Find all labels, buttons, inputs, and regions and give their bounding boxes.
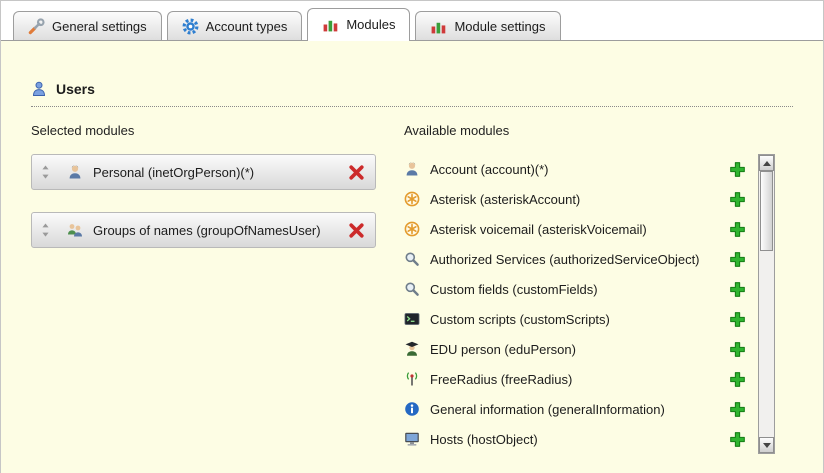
- available-modules-column: Available modules Account (account)(*) A…: [404, 123, 793, 454]
- scroll-up-button[interactable]: [759, 155, 774, 171]
- computer-icon: [404, 431, 420, 447]
- section-title: Users: [56, 81, 95, 97]
- selected-modules-label: Selected modules: [31, 123, 404, 138]
- green-plus-icon: [729, 431, 746, 448]
- tab-label: Module settings: [454, 19, 545, 34]
- add-module-button[interactable]: [729, 161, 746, 178]
- available-module-account: Account (account)(*): [404, 154, 756, 184]
- scrollbar-thumb[interactable]: [760, 171, 773, 251]
- available-module-custom-scripts: Custom scripts (customScripts): [404, 304, 756, 334]
- available-module-custom-fields: Custom fields (customFields): [404, 274, 756, 304]
- users-section-header: Users: [31, 81, 793, 107]
- add-module-button[interactable]: [729, 191, 746, 208]
- tab-account-types[interactable]: Account types: [167, 11, 303, 40]
- user-icon: [31, 81, 47, 97]
- available-module-edu-person: EDU person (eduPerson): [404, 334, 756, 364]
- green-plus-icon: [729, 281, 746, 298]
- graduate-icon: [404, 341, 420, 357]
- available-module-label: Authorized Services (authorizedServiceOb…: [430, 252, 700, 267]
- info-icon: [404, 401, 420, 417]
- available-module-label: Custom fields (customFields): [430, 282, 598, 297]
- remove-module-button[interactable]: [348, 164, 365, 181]
- drag-handle-icon[interactable]: [40, 165, 51, 179]
- gear-icon: [182, 18, 199, 35]
- available-modules-list: Account (account)(*) Asterisk (asteriskA…: [404, 154, 756, 454]
- green-plus-icon: [729, 251, 746, 268]
- bar-chart-icon: [430, 18, 447, 35]
- available-module-general-information: General information (generalInformation): [404, 394, 756, 424]
- bar-chart-icon: [322, 16, 339, 33]
- green-plus-icon: [729, 371, 746, 388]
- drag-handle-icon[interactable]: [40, 223, 51, 237]
- terminal-icon: [404, 311, 420, 327]
- tab-label: Account types: [206, 19, 288, 34]
- vertical-scrollbar[interactable]: [758, 154, 775, 454]
- add-module-button[interactable]: [729, 341, 746, 358]
- available-module-label: General information (generalInformation): [430, 402, 665, 417]
- available-modules-label: Available modules: [404, 123, 793, 138]
- arrow-up-icon: [763, 161, 771, 166]
- magnifier-icon: [404, 251, 420, 267]
- green-plus-icon: [729, 401, 746, 418]
- person-icon: [67, 164, 83, 180]
- green-plus-icon: [729, 311, 746, 328]
- person-icon: [404, 161, 420, 177]
- add-module-button[interactable]: [729, 251, 746, 268]
- selected-module-label: Groups of names (groupOfNamesUser): [93, 223, 348, 238]
- tab-bar: General settings Account types Modules M…: [1, 1, 823, 41]
- available-module-label: Asterisk (asteriskAccount): [430, 192, 580, 207]
- add-module-button[interactable]: [729, 221, 746, 238]
- selected-module-label: Personal (inetOrgPerson)(*): [93, 165, 348, 180]
- arrow-down-icon: [763, 443, 771, 448]
- modules-panel: Users Selected modules Personal (inetOrg…: [1, 41, 823, 473]
- available-module-label: Custom scripts (customScripts): [430, 312, 610, 327]
- tab-general-settings[interactable]: General settings: [13, 11, 162, 40]
- tab-modules[interactable]: Modules: [307, 8, 410, 41]
- available-module-asterisk: Asterisk (asteriskAccount): [404, 184, 756, 214]
- available-module-freeradius: FreeRadius (freeRadius): [404, 364, 756, 394]
- green-plus-icon: [729, 221, 746, 238]
- available-module-label: Account (account)(*): [430, 162, 549, 177]
- add-module-button[interactable]: [729, 401, 746, 418]
- remove-module-button[interactable]: [348, 222, 365, 239]
- tools-icon: [28, 18, 45, 35]
- group-icon: [67, 222, 83, 238]
- red-cross-icon: [348, 222, 365, 239]
- available-module-label: FreeRadius (freeRadius): [430, 372, 572, 387]
- add-module-button[interactable]: [729, 311, 746, 328]
- antenna-icon: [404, 371, 420, 387]
- green-plus-icon: [729, 161, 746, 178]
- tab-module-settings[interactable]: Module settings: [415, 11, 560, 40]
- asterisk-icon: [404, 221, 420, 237]
- available-module-label: EDU person (eduPerson): [430, 342, 576, 357]
- selected-module-personal[interactable]: Personal (inetOrgPerson)(*): [31, 154, 376, 190]
- add-module-button[interactable]: [729, 371, 746, 388]
- add-module-button[interactable]: [729, 431, 746, 448]
- magnifier-icon: [404, 281, 420, 297]
- add-module-button[interactable]: [729, 281, 746, 298]
- available-module-label: Hosts (hostObject): [430, 432, 538, 447]
- green-plus-icon: [729, 191, 746, 208]
- available-module-hosts: Hosts (hostObject): [404, 424, 756, 454]
- tab-label: General settings: [52, 19, 147, 34]
- tab-label: Modules: [346, 17, 395, 32]
- red-cross-icon: [348, 164, 365, 181]
- selected-module-groups-of-names[interactable]: Groups of names (groupOfNamesUser): [31, 212, 376, 248]
- available-module-authorized-services: Authorized Services (authorizedServiceOb…: [404, 244, 756, 274]
- scroll-down-button[interactable]: [759, 437, 774, 453]
- selected-modules-column: Selected modules Personal (inetOrgPerson…: [31, 123, 404, 454]
- asterisk-icon: [404, 191, 420, 207]
- available-module-label: Asterisk voicemail (asteriskVoicemail): [430, 222, 647, 237]
- available-module-asterisk-voicemail: Asterisk voicemail (asteriskVoicemail): [404, 214, 756, 244]
- green-plus-icon: [729, 341, 746, 358]
